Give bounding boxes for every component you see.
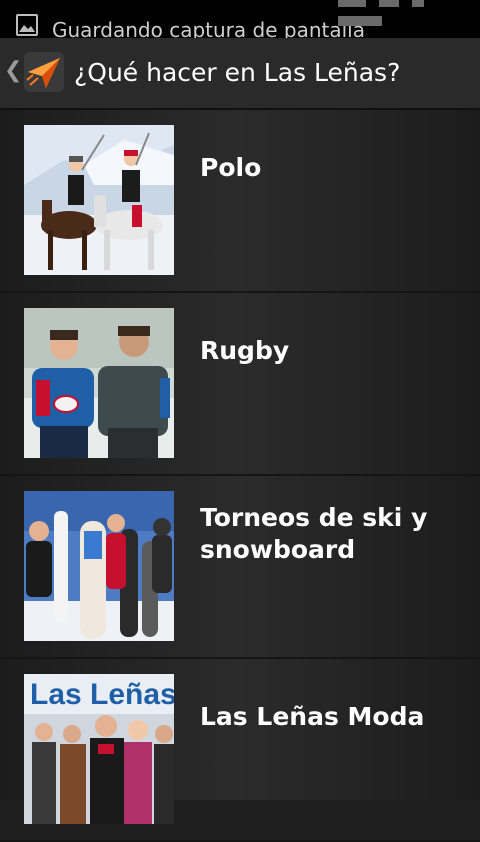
item-label: Las Leñas Moda — [200, 702, 425, 731]
battery-icon — [412, 0, 425, 7]
item-label: Polo — [200, 153, 262, 182]
item-label: Rugby — [200, 336, 290, 365]
status-bar: Guardando captura de pantalla — [0, 0, 480, 38]
action-bar: ❮ ¿Qué hacer en Las Leñas? — [0, 38, 480, 110]
list-item-rugby[interactable]: Rugby — [0, 293, 480, 476]
clock — [338, 16, 382, 26]
item-label: Torneos de ski y snowboard — [200, 503, 428, 564]
notification-ticker: Guardando captura de pantalla — [52, 18, 365, 38]
paper-plane-icon[interactable] — [24, 52, 64, 92]
ski-snowboard-photo — [24, 491, 174, 641]
activity-list: Polo Rugby Torneos de ski y snowboard La… — [0, 110, 480, 842]
fashion-photo: Las Leñas — [24, 674, 174, 824]
photo-text: Las Leñas — [30, 678, 174, 711]
list-item-moda[interactable]: Las Leñas Las Leñas Moda — [0, 659, 480, 842]
signal-icon — [379, 0, 400, 7]
image-icon — [16, 14, 38, 36]
list-item-polo[interactable]: Polo — [0, 110, 480, 293]
page-title: ¿Qué hacer en Las Leñas? — [74, 58, 401, 87]
polo-photo — [24, 125, 174, 275]
list-item-ski-snowboard[interactable]: Torneos de ski y snowboard — [0, 476, 480, 659]
rugby-photo — [24, 308, 174, 458]
wifi-icon — [338, 0, 366, 7]
system-icons — [330, 0, 470, 26]
chevron-left-icon[interactable]: ❮ — [4, 60, 22, 82]
